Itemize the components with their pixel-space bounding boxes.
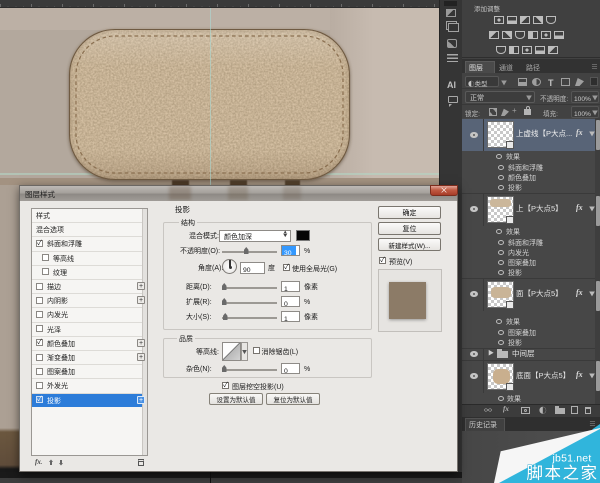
svg-text:脚本之家: 脚本之家: [527, 460, 599, 483]
